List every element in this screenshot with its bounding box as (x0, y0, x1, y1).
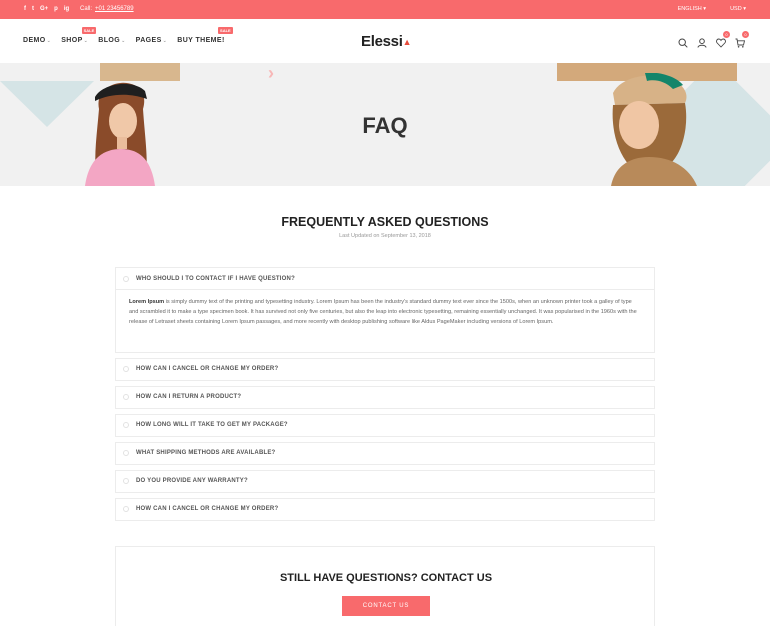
sale-badge: SALE (218, 27, 233, 34)
main-nav: DEMO⌄ SHOP⌄ SALE BLOG⌄ PAGES⌄ BUY THEME! S… (23, 27, 235, 44)
sale-badge: SALE (81, 27, 97, 34)
faq-question[interactable]: HOW CAN I CANCEL OR CHANGE MY ORDER? (116, 499, 654, 520)
toggle-icon (123, 275, 129, 282)
toggle-icon (123, 478, 129, 485)
toggle-icon (123, 422, 129, 429)
faq-question[interactable]: HOW CAN I CANCEL OR CHANGE MY ORDER? (116, 359, 654, 380)
contact-box: STILL HAVE QUESTIONS? CONTACT US CONTACT… (115, 546, 655, 626)
decor-chevron-icon: › (268, 63, 274, 83)
faq-item: DO YOU PROVIDE ANY WARRANTY? (115, 469, 655, 493)
user-icon[interactable] (697, 35, 707, 48)
faq-question[interactable]: WHAT SHIPPING METHODS ARE AVAILABLE? (116, 443, 654, 464)
faq-item: WHAT SHIPPING METHODS ARE AVAILABLE? (115, 441, 655, 465)
google-plus-icon[interactable]: G+ (40, 6, 48, 13)
cart-icon[interactable]: 0 (735, 31, 749, 48)
nav-shop[interactable]: SHOP⌄ SALE (61, 27, 97, 44)
faq-item: HOW CAN I CANCEL OR CHANGE MY ORDER? (115, 497, 655, 521)
header-icons: 0 0 (669, 31, 749, 48)
toggle-icon (123, 366, 129, 373)
facebook-icon[interactable]: f (24, 6, 26, 13)
toggle-icon (123, 394, 129, 401)
call-label: Call: (80, 6, 93, 12)
faq-accordion: WHO SHOULD I TO CONTACT IF I HAVE QUESTI… (115, 267, 655, 526)
tree-icon: ▲ (402, 37, 412, 47)
nav-demo[interactable]: DEMO⌄ (23, 37, 51, 44)
faq-question[interactable]: DO YOU PROVIDE ANY WARRANTY? (116, 471, 654, 492)
search-icon[interactable] (678, 35, 688, 48)
faq-item: HOW LONG WILL IT TAKE TO GET MY PACKAGE? (115, 413, 655, 437)
last-updated: Last Updated on September 13, 2018 (339, 233, 431, 239)
contact-title: STILL HAVE QUESTIONS? CONTACT US (279, 572, 493, 584)
faq-item: HOW CAN I CANCEL OR CHANGE MY ORDER? (115, 357, 655, 381)
pinterest-icon[interactable]: p (54, 6, 58, 13)
main-header: DEMO⌄ SHOP⌄ SALE BLOG⌄ PAGES⌄ BUY THEME! S… (0, 19, 770, 63)
faq-item: HOW CAN I RETURN A PRODUCT? (115, 385, 655, 409)
toggle-icon (123, 506, 129, 513)
currency-selector[interactable]: USD ▾ (718, 6, 746, 13)
social-links: f t G+ p ig (24, 6, 75, 13)
page-banner: › FAQ (0, 63, 770, 186)
wishlist-count: 0 (723, 31, 730, 38)
faq-item: WHO SHOULD I TO CONTACT IF I HAVE QUESTI… (115, 267, 655, 353)
toggle-icon (123, 450, 129, 457)
twitter-icon[interactable]: t (32, 6, 34, 13)
top-bar: f t G+ p ig Call: +01 23456789 ENGLISH ▾ … (0, 0, 770, 19)
instagram-icon[interactable]: ig (64, 6, 69, 13)
language-selector[interactable]: ENGLISH ▾ (666, 6, 706, 13)
nav-pages[interactable]: PAGES⌄ (136, 37, 168, 44)
faq-question[interactable]: WHO SHOULD I TO CONTACT IF I HAVE QUESTI… (116, 268, 654, 289)
call-info: Call: +01 23456789 (80, 6, 134, 13)
contact-button[interactable]: CONTACT US (342, 596, 430, 616)
site-logo[interactable]: Elessi▲ (361, 33, 411, 50)
cart-count: 0 (742, 31, 749, 38)
nav-buy-theme[interactable]: BUY THEME! SALE (177, 27, 233, 44)
section-title: FREQUENTLY ASKED QUESTIONS (281, 215, 489, 229)
banner-title: FAQ (362, 113, 408, 138)
faq-question[interactable]: HOW LONG WILL IT TAKE TO GET MY PACKAGE? (116, 415, 654, 436)
faq-answer: Lorem Ipsum is simply dummy text of the … (116, 289, 654, 352)
faq-question[interactable]: HOW CAN I RETURN A PRODUCT? (116, 387, 654, 408)
phone-link[interactable]: +01 23456789 (95, 6, 134, 12)
wishlist-icon[interactable]: 0 (716, 31, 730, 48)
nav-blog[interactable]: BLOG⌄ (98, 37, 125, 44)
